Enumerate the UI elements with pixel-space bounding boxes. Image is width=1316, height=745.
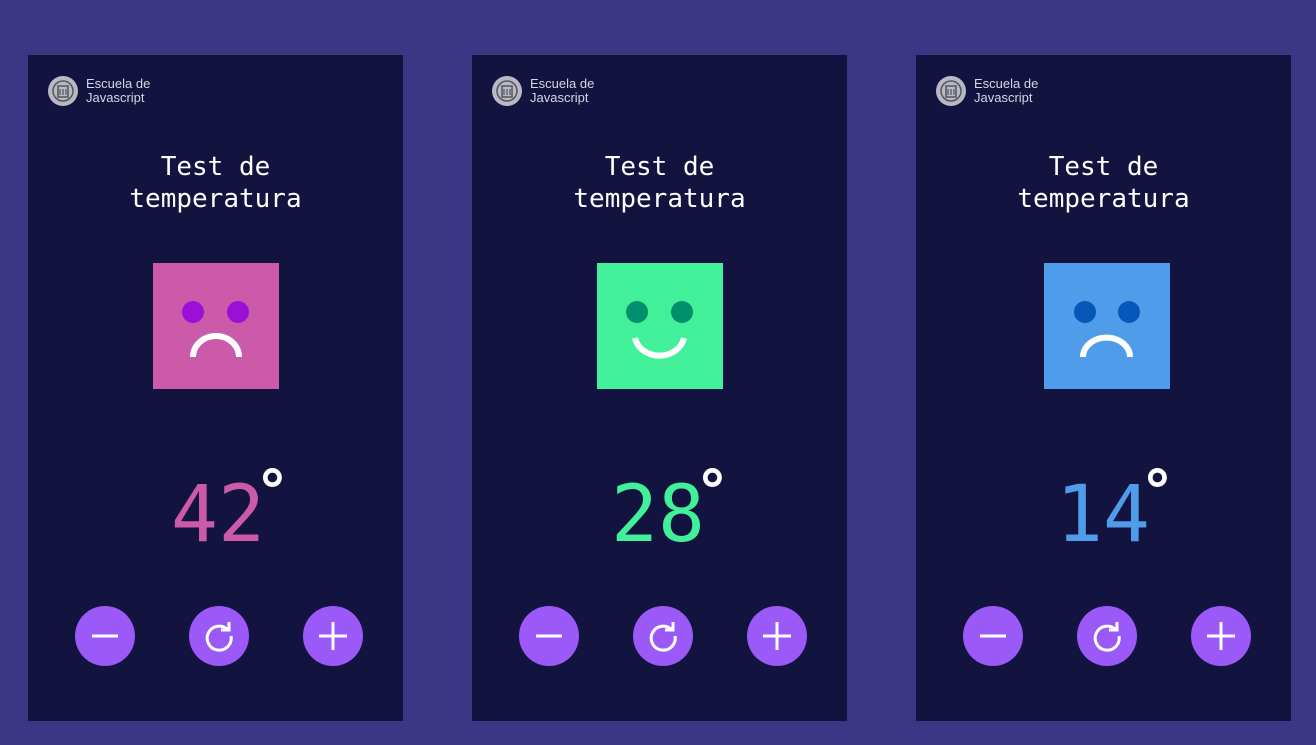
title-line-1: Test de [160,152,271,182]
minus-icon [92,634,118,638]
degree-symbol: ° [695,457,730,525]
brand-line-1: Escuela de [530,76,595,91]
sad-face-icon [1044,263,1170,389]
brand-logo: Escuela de Javascript [936,76,1038,106]
temperature-value: 14 [1056,470,1150,560]
minus-icon [536,634,562,638]
decrease-button[interactable] [519,606,579,666]
thermometer-card-1: Escuela de Javascript Test de temperatur… [28,55,403,721]
temperature-display: 14 ° [916,461,1291,565]
title-line-1: Test de [604,152,715,182]
brand-name: Escuela de Javascript [530,77,594,105]
school-seal-icon [936,76,966,106]
brand-name: Escuela de Javascript [974,77,1038,105]
plus-icon [1207,622,1235,650]
refresh-icon [649,622,677,652]
temperature-display: 28 ° [472,461,847,565]
temperature-display: 42 ° [28,461,403,565]
happy-face-icon [597,263,723,389]
brand-line-2: Javascript [974,90,1033,105]
brand-name: Escuela de Javascript [86,77,150,105]
minus-icon [980,634,1006,638]
brand-line-2: Javascript [86,90,145,105]
brand-line-1: Escuela de [86,76,151,91]
increase-button[interactable] [1191,606,1251,666]
reset-button[interactable] [633,606,693,666]
school-seal-icon [492,76,522,106]
degree-symbol: ° [1140,457,1175,525]
brand-line-1: Escuela de [974,76,1039,91]
thermometer-card-3: Escuela de Javascript Test de temperatur… [916,55,1291,721]
school-seal-icon [48,76,78,106]
temperature-value: 42 [171,470,265,560]
brand-line-2: Javascript [530,90,589,105]
increase-button[interactable] [747,606,807,666]
app-stage: Escuela de Javascript Test de temperatur… [0,0,1316,745]
brand-logo: Escuela de Javascript [48,76,150,106]
temperature-value: 28 [611,470,705,560]
card-title: Test de temperatura [916,151,1291,215]
plus-icon [319,622,347,650]
degree-symbol: ° [255,457,290,525]
thermometer-card-2: Escuela de Javascript Test de temperatur… [472,55,847,721]
plus-icon [763,622,791,650]
decrease-button[interactable] [963,606,1023,666]
increase-button[interactable] [303,606,363,666]
refresh-icon [205,622,233,652]
title-line-2: temperatura [129,184,302,214]
title-line-2: temperatura [1017,184,1190,214]
card-title: Test de temperatura [472,151,847,215]
title-line-1: Test de [1048,152,1159,182]
card-title: Test de temperatura [28,151,403,215]
reset-button[interactable] [189,606,249,666]
refresh-icon [1093,622,1121,652]
brand-logo: Escuela de Javascript [492,76,594,106]
sad-face-icon [153,263,279,389]
reset-button[interactable] [1077,606,1137,666]
decrease-button[interactable] [75,606,135,666]
title-line-2: temperatura [573,184,746,214]
